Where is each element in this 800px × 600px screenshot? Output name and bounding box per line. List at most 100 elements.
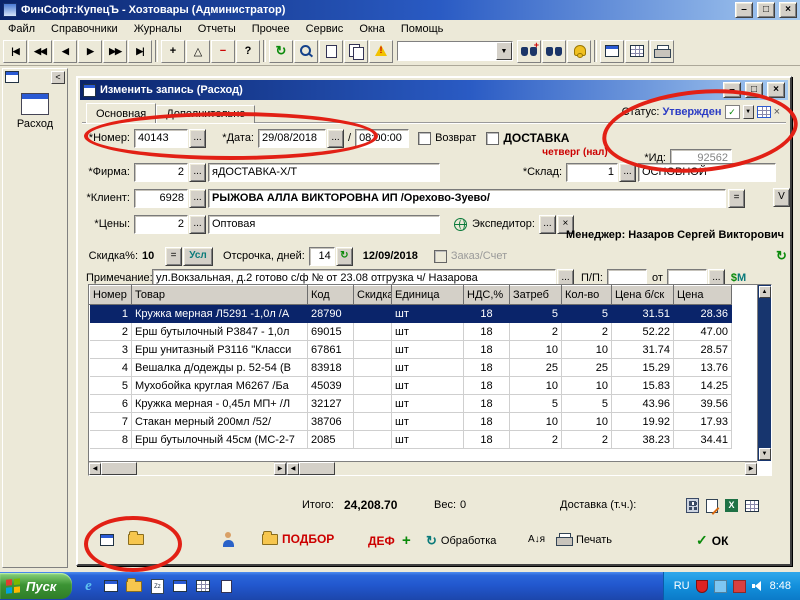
- fast-prev-button[interactable]: ◀◀: [28, 40, 52, 63]
- cell-vat[interactable]: 18: [464, 413, 510, 431]
- cell-qty[interactable]: 10: [562, 341, 612, 359]
- next-record-button[interactable]: ▶: [78, 40, 102, 63]
- cell-unit[interactable]: шт: [392, 341, 464, 359]
- cell-unit[interactable]: шт: [392, 413, 464, 431]
- cell-unit[interactable]: шт: [392, 377, 464, 395]
- cell-price[interactable]: 14.25: [674, 377, 732, 395]
- ie-icon[interactable]: e: [79, 577, 97, 595]
- find-button[interactable]: [542, 40, 566, 63]
- return-checkbox[interactable]: [418, 132, 431, 145]
- cell-qty[interactable]: 5: [562, 305, 612, 323]
- col-header-requested[interactable]: Затреб: [510, 286, 562, 305]
- cell-number[interactable]: 8: [90, 431, 132, 449]
- table-row[interactable]: 1 Кружка мерная Л5291 -1,0л /А 28790 шт …: [90, 305, 732, 323]
- cell-discount[interactable]: [354, 431, 392, 449]
- excel-icon[interactable]: X: [725, 499, 738, 512]
- cell-requested[interactable]: 25: [510, 359, 562, 377]
- cell-requested[interactable]: 10: [510, 413, 562, 431]
- app-tray-icon[interactable]: [733, 580, 746, 593]
- alert-button[interactable]: [369, 40, 393, 63]
- add-record-button[interactable]: +: [161, 40, 185, 63]
- scroll-right-icon[interactable]: ▶: [745, 463, 757, 475]
- cell-price-nodisc[interactable]: 19.92: [612, 413, 674, 431]
- table-row[interactable]: 3 Ерш унитазный Р3116 "Класси 67861 шт 1…: [90, 341, 732, 359]
- table-row[interactable]: 8 Ерш бутылочный 45см (МС-2-7 2085 шт 18…: [90, 431, 732, 449]
- show-desktop-icon[interactable]: [102, 577, 120, 595]
- prev-record-button[interactable]: ◀: [53, 40, 77, 63]
- cell-price[interactable]: 39.56: [674, 395, 732, 413]
- cell-product[interactable]: Кружка мерная - 0,45л МП+ /Л: [132, 395, 308, 413]
- cell-requested[interactable]: 2: [510, 323, 562, 341]
- scroll-thumb[interactable]: [299, 462, 335, 475]
- cell-discount[interactable]: [354, 359, 392, 377]
- cell-price-nodisc[interactable]: 15.29: [612, 359, 674, 377]
- cell-product[interactable]: Кружка мерная Л5291 -1,0л /А: [132, 305, 308, 323]
- cell-vat[interactable]: 18: [464, 377, 510, 395]
- cell-code[interactable]: 38706: [308, 413, 354, 431]
- cell-requested[interactable]: 5: [510, 395, 562, 413]
- cell-discount[interactable]: [354, 341, 392, 359]
- start-button[interactable]: Пуск: [0, 573, 72, 599]
- zz-doc-icon[interactable]: Zz: [148, 577, 166, 595]
- cell-discount[interactable]: [354, 395, 392, 413]
- sort-button[interactable]: А↓я: [528, 534, 545, 545]
- cell-price-nodisc[interactable]: 43.96: [612, 395, 674, 413]
- maximize-button[interactable]: □: [757, 2, 775, 18]
- status-dropdown-icon[interactable]: ▼: [743, 105, 754, 119]
- menu-item-references[interactable]: Справочники: [43, 22, 126, 36]
- cell-price-nodisc[interactable]: 38.23: [612, 431, 674, 449]
- chevron-down-icon[interactable]: ▼: [496, 42, 512, 60]
- cell-requested[interactable]: 10: [510, 377, 562, 395]
- cell-unit[interactable]: шт: [392, 359, 464, 377]
- number-field[interactable]: 40143: [134, 129, 188, 148]
- client-v-button[interactable]: V: [773, 188, 790, 207]
- col-header-vat[interactable]: НДС,%: [464, 286, 510, 305]
- cell-price-nodisc[interactable]: 52.22: [612, 323, 674, 341]
- prices-lookup-button[interactable]: ...: [189, 215, 206, 234]
- open-folder-button[interactable]: [128, 534, 144, 545]
- dialog-maximize-button[interactable]: □: [745, 82, 763, 98]
- cell-discount[interactable]: [354, 305, 392, 323]
- cell-price[interactable]: 13.76: [674, 359, 732, 377]
- cell-qty[interactable]: 5: [562, 395, 612, 413]
- cell-vat[interactable]: 18: [464, 431, 510, 449]
- cell-number[interactable]: 5: [90, 377, 132, 395]
- cell-discount[interactable]: [354, 377, 392, 395]
- help-button[interactable]: ?: [236, 40, 260, 63]
- find-add-button[interactable]: +: [517, 40, 541, 63]
- cell-vat[interactable]: 18: [464, 395, 510, 413]
- cell-code[interactable]: 83918: [308, 359, 354, 377]
- cell-qty[interactable]: 2: [562, 323, 612, 341]
- clock[interactable]: 8:48: [770, 580, 791, 592]
- number-lookup-button[interactable]: ...: [189, 129, 206, 148]
- menu-item-help[interactable]: Помощь: [393, 22, 452, 36]
- deferral-days-field[interactable]: 14: [309, 247, 335, 266]
- close-button[interactable]: ×: [779, 2, 797, 18]
- col-header-unit[interactable]: Единица: [392, 286, 464, 305]
- date-picker-button[interactable]: ...: [327, 129, 344, 148]
- currency-m-icon[interactable]: М: [737, 272, 746, 284]
- tab-additional[interactable]: Дополнительно: [156, 105, 255, 123]
- cell-price[interactable]: 28.36: [674, 305, 732, 323]
- dialog-close-button[interactable]: ×: [767, 82, 785, 98]
- quick-folder-icon[interactable]: [125, 577, 143, 595]
- export-table-icon[interactable]: [745, 500, 759, 512]
- cell-unit[interactable]: шт: [392, 323, 464, 341]
- menu-item-journals[interactable]: Журналы: [126, 22, 190, 36]
- menu-item-reports[interactable]: Отчеты: [190, 22, 244, 36]
- scroll-up-icon[interactable]: ▲: [759, 286, 771, 298]
- tab-main[interactable]: Основная: [86, 103, 156, 123]
- menu-item-windows[interactable]: Окна: [351, 22, 393, 36]
- cell-price-nodisc[interactable]: 31.51: [612, 305, 674, 323]
- language-indicator[interactable]: RU: [674, 580, 690, 592]
- cell-qty[interactable]: 10: [562, 413, 612, 431]
- cell-number[interactable]: 7: [90, 413, 132, 431]
- dialog-minimize-button[interactable]: –: [723, 82, 741, 98]
- table-row[interactable]: 5 Мухобойка круглая М6267 /Ба 45039 шт 1…: [90, 377, 732, 395]
- cell-price[interactable]: 28.57: [674, 341, 732, 359]
- cell-vat[interactable]: 18: [464, 305, 510, 323]
- cell-number[interactable]: 1: [90, 305, 132, 323]
- cell-vat[interactable]: 18: [464, 341, 510, 359]
- refresh-right-icon[interactable]: ↻: [776, 248, 787, 264]
- collapse-panel-button[interactable]: <: [51, 71, 65, 84]
